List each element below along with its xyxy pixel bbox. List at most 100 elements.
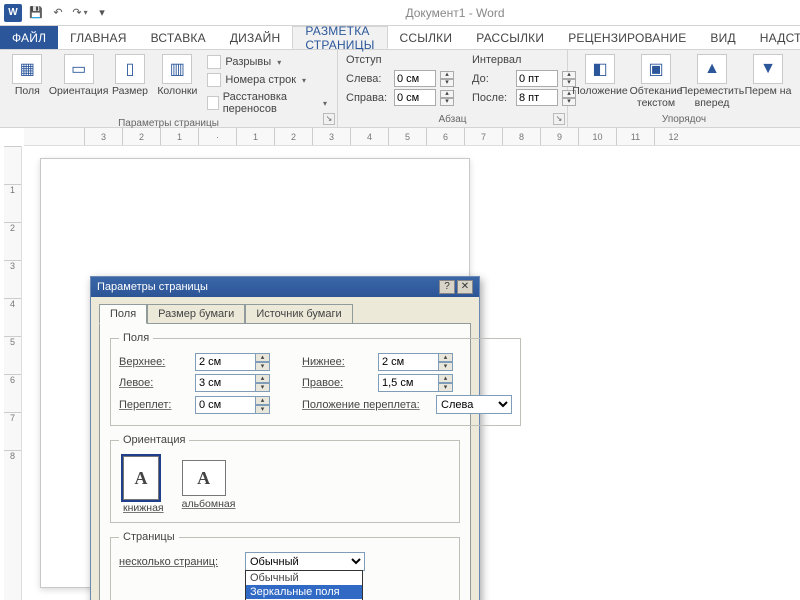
tab-file[interactable]: ФАЙЛ: [0, 26, 58, 49]
send-backward-button[interactable]: ▼Перем на: [744, 54, 792, 98]
orientation-landscape[interactable]: A альбомная: [182, 456, 236, 514]
forward-icon: ▲: [697, 54, 727, 84]
spacing-before-label: До:: [472, 73, 512, 85]
multi-option-0[interactable]: Обычный: [246, 571, 362, 585]
tab-mailings[interactable]: РАССЫЛКИ: [464, 26, 556, 49]
group-arrange-title: Упорядоч: [576, 112, 792, 125]
left-margin-input[interactable]: [195, 374, 255, 392]
orientation-button[interactable]: ▭Ориентация: [55, 54, 103, 98]
spacing-before-input[interactable]: [516, 70, 558, 87]
wrap-icon: ▣: [641, 54, 671, 84]
multi-pages-select[interactable]: Обычный: [245, 552, 365, 571]
dialog-tab-source[interactable]: Источник бумаги: [245, 304, 352, 324]
title-bar: W 💾 ↶ ↷ ▾ Документ1 - Word: [0, 0, 800, 26]
indent-right-spinner[interactable]: ▴▾: [440, 90, 454, 106]
app-window: W 💾 ↶ ↷ ▾ Документ1 - Word ФАЙЛ ГЛАВНАЯ …: [0, 0, 800, 600]
left-margin-spinner[interactable]: ▴▾: [255, 374, 270, 392]
spacing-after-input[interactable]: [516, 89, 558, 106]
tab-review[interactable]: РЕЦЕНЗИРОВАНИЕ: [556, 26, 698, 49]
hyphenation-button[interactable]: Расстановка переносов: [205, 90, 329, 116]
spacing-after-label: После:: [472, 92, 512, 104]
undo-icon[interactable]: ↶: [50, 5, 66, 21]
pages-group: Страницы несколько страниц: Обычный Обыч…: [110, 531, 460, 600]
dialog-help-button[interactable]: ?: [439, 280, 455, 294]
orientation-group: Ориентация A книжная A альбомная: [110, 434, 460, 523]
tab-references[interactable]: ССЫЛКИ: [388, 26, 465, 49]
columns-icon: ▥: [162, 54, 192, 84]
tab-page-layout[interactable]: РАЗМЕТКА СТРАНИЦЫ: [292, 26, 387, 49]
qat-customize-icon[interactable]: ▾: [94, 5, 110, 21]
linenum-icon: [207, 73, 221, 87]
indent-right-label: Справа:: [346, 92, 390, 104]
wrap-text-button[interactable]: ▣Обтекание текстом: [632, 54, 680, 109]
right-margin-label: Правое:: [302, 377, 372, 389]
right-margin-input[interactable]: [378, 374, 438, 392]
size-icon: ▯: [115, 54, 145, 84]
orientation-legend: Ориентация: [119, 434, 189, 446]
horizontal-ruler[interactable]: 321·123456789101112: [24, 128, 800, 146]
dialog-tab-fields[interactable]: Поля: [99, 304, 147, 324]
margins-icon: ▦: [12, 54, 42, 84]
orientation-icon: ▭: [64, 54, 94, 84]
dialog-body: Поля Верхнее: ▴▾ Нижнее: ▴▾ Левое: ▴▾ Пр…: [99, 323, 471, 600]
bottom-margin-label: Нижнее:: [302, 356, 372, 368]
multi-pages-label: несколько страниц:: [119, 556, 239, 568]
vertical-ruler[interactable]: 12345678: [4, 146, 22, 600]
portrait-icon: A: [123, 456, 159, 500]
multi-option-1[interactable]: Зеркальные поля: [246, 585, 362, 599]
indent-left-label: Слева:: [346, 73, 390, 85]
bring-forward-button[interactable]: ▲Переместить вперед: [688, 54, 736, 109]
spacing-heading: Интервал: [472, 54, 576, 66]
top-margin-input[interactable]: [195, 353, 255, 371]
page-setup-dialog: Параметры страницы ? ✕ Поля Размер бумаг…: [90, 276, 480, 600]
multi-pages-dropdown: Обычный Зеркальные поля 2 страницы на ли…: [245, 570, 363, 600]
indent-heading: Отступ: [346, 54, 454, 66]
tab-home[interactable]: ГЛАВНАЯ: [58, 26, 138, 49]
hyphen-icon: [207, 96, 218, 110]
line-numbers-button[interactable]: Номера строк: [205, 72, 329, 88]
breaks-button[interactable]: Разрывы: [205, 54, 329, 70]
ribbon-tabs: ФАЙЛ ГЛАВНАЯ ВСТАВКА ДИЗАЙН РАЗМЕТКА СТР…: [0, 26, 800, 50]
bottom-margin-spinner[interactable]: ▴▾: [438, 353, 453, 371]
tab-insert[interactable]: ВСТАВКА: [139, 26, 218, 49]
ribbon: ▦Поля ▭Ориентация ▯Размер ▥Колонки Разры…: [0, 50, 800, 128]
dialog-titlebar[interactable]: Параметры страницы ? ✕: [91, 277, 479, 297]
gutter-input[interactable]: [195, 396, 255, 414]
quick-access-toolbar: W 💾 ↶ ↷ ▾: [0, 4, 110, 22]
position-button[interactable]: ◧Положение: [576, 54, 624, 98]
orientation-portrait[interactable]: A книжная: [123, 456, 164, 514]
size-button[interactable]: ▯Размер: [111, 54, 150, 98]
backward-icon: ▼: [753, 54, 783, 84]
fields-group-legend: Поля: [119, 332, 153, 344]
left-margin-label: Левое:: [119, 377, 189, 389]
gutter-position-label: Положение переплета:: [302, 399, 430, 411]
word-app-icon: W: [4, 4, 22, 22]
bottom-margin-input[interactable]: [378, 353, 438, 371]
gutter-spinner[interactable]: ▴▾: [255, 396, 270, 414]
top-margin-label: Верхнее:: [119, 356, 189, 368]
group-paragraph: Отступ Слева:▴▾ Справа:▴▾ Интервал До:▴▾…: [338, 50, 568, 127]
group-arrange: ◧Положение ▣Обтекание текстом ▲Перемести…: [568, 50, 800, 127]
indent-left-spinner[interactable]: ▴▾: [440, 71, 454, 87]
dialog-close-button[interactable]: ✕: [457, 280, 473, 294]
tab-view[interactable]: ВИД: [698, 26, 747, 49]
indent-left-input[interactable]: [394, 70, 436, 87]
tab-addins[interactable]: НАДСТРОЙК: [748, 26, 800, 49]
dialog-title: Параметры страницы: [97, 281, 208, 293]
indent-right-input[interactable]: [394, 89, 436, 106]
document-area: 321·123456789101112 12345678 Параметры с…: [0, 128, 800, 600]
top-margin-spinner[interactable]: ▴▾: [255, 353, 270, 371]
margins-button[interactable]: ▦Поля: [8, 54, 47, 98]
pages-legend: Страницы: [119, 531, 179, 543]
paragraph-launcher[interactable]: ↘: [553, 113, 565, 125]
redo-icon[interactable]: ↷: [72, 5, 88, 21]
columns-button[interactable]: ▥Колонки: [157, 54, 197, 98]
page-setup-launcher[interactable]: ↘: [323, 113, 335, 125]
fields-group: Поля Верхнее: ▴▾ Нижнее: ▴▾ Левое: ▴▾ Пр…: [110, 332, 521, 426]
group-paragraph-title: Абзац: [346, 112, 559, 125]
right-margin-spinner[interactable]: ▴▾: [438, 374, 453, 392]
dialog-tab-paper[interactable]: Размер бумаги: [147, 304, 245, 324]
tab-design[interactable]: ДИЗАЙН: [218, 26, 293, 49]
save-icon[interactable]: 💾: [28, 5, 44, 21]
gutter-position-select[interactable]: Слева: [436, 395, 512, 414]
